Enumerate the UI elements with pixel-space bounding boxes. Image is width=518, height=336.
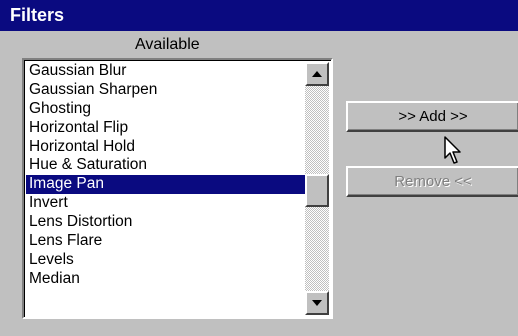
scroll-down-button[interactable] [305, 291, 329, 315]
available-filters-listbox[interactable]: Gaussian Blur Gaussian Sharpen Ghosting Hor… [22, 58, 333, 319]
remove-button-label: Remove << [394, 173, 472, 190]
filter-list-item[interactable]: Image Pan [26, 175, 306, 195]
filter-list-item[interactable]: Median [26, 270, 306, 289]
add-button-label: >> Add >> [398, 108, 468, 125]
list-scrollbar[interactable] [305, 62, 329, 315]
available-filters-list: Gaussian Blur Gaussian Sharpen Ghosting Hor… [26, 62, 306, 289]
scroll-up-button[interactable] [305, 62, 329, 86]
available-label: Available [135, 36, 200, 53]
filter-list-item[interactable]: Gaussian Sharpen [26, 81, 306, 100]
filter-list-item[interactable]: Horizontal Hold [26, 138, 306, 157]
remove-button: Remove << [346, 166, 518, 197]
scroll-thumb[interactable] [305, 174, 329, 207]
filter-list-item[interactable]: Levels [26, 251, 306, 270]
filter-list-item[interactable]: Invert [26, 194, 306, 213]
add-button[interactable]: >> Add >> [346, 101, 518, 132]
arrow-up-icon [312, 71, 322, 77]
window-title: Filters [0, 0, 518, 31]
filter-list-item[interactable]: Lens Flare [26, 232, 306, 251]
filter-list-item[interactable]: Ghosting [26, 100, 306, 119]
filter-list-item[interactable]: Gaussian Blur [26, 62, 306, 81]
arrow-down-icon [312, 300, 322, 306]
filter-list-item[interactable]: Lens Distortion [26, 213, 306, 232]
mouse-pointer-icon [444, 136, 461, 164]
filter-list-item[interactable]: Horizontal Flip [26, 119, 306, 138]
filter-list-item[interactable]: Hue & Saturation [26, 156, 306, 175]
